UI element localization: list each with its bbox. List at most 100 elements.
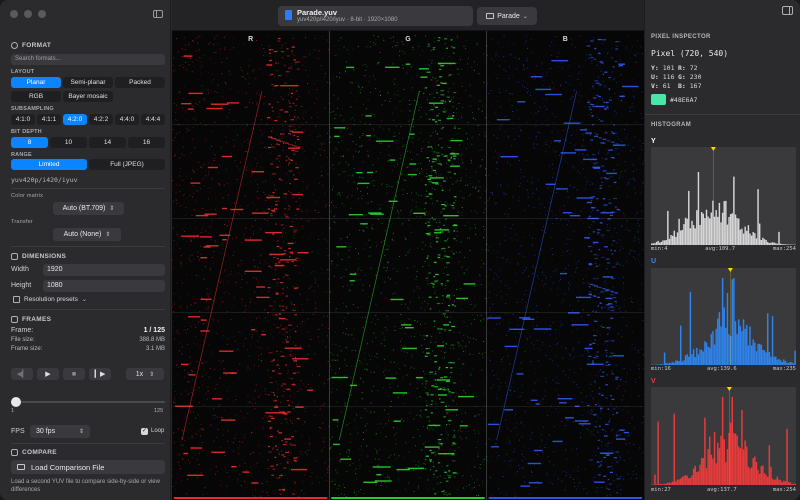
subsampling-422[interactable]: 4:2:2: [89, 114, 113, 125]
scope-dot: [217, 84, 219, 86]
scope-dot: [219, 48, 221, 50]
scope-band: [275, 158, 278, 160]
scope-dot: [174, 399, 176, 401]
scope-dot: [243, 460, 245, 462]
scope-band: [436, 155, 440, 157]
frame-slider-track[interactable]: [11, 401, 165, 403]
range-limited[interactable]: Limited: [11, 159, 87, 170]
scope-dot: [184, 440, 186, 442]
transfer-select[interactable]: Auto (None) ⇕: [53, 228, 121, 241]
scope-dot: [329, 136, 331, 138]
scope-dot: [233, 145, 235, 147]
scope-dot: [363, 365, 365, 367]
stop-button[interactable]: ■: [63, 368, 85, 380]
rgb-parade-scope[interactable]: RGB: [172, 31, 644, 500]
scope-dot: [500, 106, 502, 108]
scope-band: [436, 241, 439, 243]
scope-dot: [331, 480, 333, 482]
scope-streak: [332, 419, 339, 421]
scope-dot: [549, 460, 550, 462]
height-input[interactable]: 1080: [43, 280, 165, 292]
scope-dot: [395, 439, 397, 441]
file-chip[interactable]: Parade.yuv yuv420p/i420/iyuv · 8-bit · 1…: [278, 6, 473, 26]
scope-dot: [184, 325, 185, 327]
sidebar-toggle-icon[interactable]: [153, 10, 163, 18]
scope-dot: [207, 455, 209, 457]
close-window-button[interactable]: [10, 10, 18, 18]
scope-dot: [571, 43, 573, 45]
color-matrix-value: Auto (BT.709): [62, 205, 106, 212]
scope-dot: [620, 476, 622, 478]
layout-option-semi-planar[interactable]: Semi-planar: [63, 77, 113, 88]
scope-dot: [194, 102, 196, 104]
scope-dot: [417, 168, 419, 170]
fps-select[interactable]: 30 fps ⇕: [30, 425, 90, 438]
scope-dot: [470, 475, 472, 477]
range-full[interactable]: Full (JPEG): [89, 159, 165, 170]
scope-band: [452, 443, 457, 445]
scope-dot: [318, 341, 320, 343]
scope-dot: [204, 266, 206, 268]
color-matrix-select[interactable]: Auto (BT.709) ⇕: [53, 202, 124, 215]
scope-dot: [187, 394, 189, 396]
scope-band: [286, 55, 290, 57]
scope-dot: [549, 482, 551, 484]
view-mode-select[interactable]: Parade ⌄: [477, 7, 537, 25]
zoom-window-button[interactable]: [38, 10, 46, 18]
scope-dot: [622, 91, 624, 93]
scope-dot: [206, 110, 208, 112]
scope-dot: [203, 429, 205, 431]
scope-dot: [578, 342, 580, 344]
bitdepth-14[interactable]: 14: [89, 137, 126, 148]
scope-band: [447, 159, 451, 161]
layout-option-packed[interactable]: Packed: [115, 77, 165, 88]
step-forward-button[interactable]: ▎▶: [89, 368, 111, 380]
scope-dot: [468, 484, 470, 486]
play-button[interactable]: ▶: [37, 368, 59, 380]
scope-band: [427, 43, 430, 45]
scope-dot: [237, 481, 238, 482]
bitdepth-10[interactable]: 10: [50, 137, 87, 148]
layout-option-rgb[interactable]: RGB: [11, 91, 61, 102]
scope-streak: [434, 229, 450, 231]
subsampling-444[interactable]: 4:4:4: [141, 114, 165, 125]
minimize-window-button[interactable]: [24, 10, 32, 18]
bitdepth-8[interactable]: 8: [11, 137, 48, 148]
speed-select[interactable]: 1x ⇕: [126, 368, 164, 380]
scope-dot: [327, 173, 329, 175]
format-search-input[interactable]: Search formats...: [11, 54, 165, 65]
scope-dot: [439, 332, 441, 334]
loop-checkbox[interactable]: ✓: [141, 428, 148, 435]
scope-dot: [345, 126, 346, 128]
step-back-button[interactable]: ◀▎: [11, 368, 33, 380]
scope-band: [452, 207, 455, 209]
scope-dot: [448, 237, 449, 239]
width-input[interactable]: 1920: [43, 264, 165, 276]
scope-dot: [249, 293, 251, 295]
scope-dot: [539, 78, 541, 80]
load-comparison-button[interactable]: Load Comparison File: [11, 460, 165, 474]
layout-option-bayer[interactable]: Bayer mosaic: [63, 91, 113, 102]
scope-dot: [372, 164, 374, 166]
scope-dot: [520, 169, 521, 171]
subsampling-440[interactable]: 4:4:0: [115, 114, 139, 125]
scope-dot: [387, 262, 389, 264]
scope-dot: [556, 376, 558, 378]
frame-slider-thumb[interactable]: [11, 397, 21, 407]
scope-dot: [387, 319, 389, 321]
subsampling-411[interactable]: 4:1:1: [37, 114, 61, 125]
scope-dot: [380, 120, 382, 122]
subsampling-410[interactable]: 4:1:0: [11, 114, 35, 125]
scope-dot: [340, 114, 342, 116]
subsampling-420[interactable]: 4:2:0: [63, 114, 87, 125]
scope-band: [276, 464, 278, 466]
scope-streak: [280, 85, 298, 87]
resolution-presets-button[interactable]: Resolution presets ⌄: [13, 296, 87, 303]
layout-option-planar[interactable]: Planar: [11, 77, 61, 88]
scope-dot: [380, 432, 382, 434]
scope-dot: [618, 385, 620, 387]
scope-dot: [354, 114, 356, 116]
scope-dot: [288, 245, 290, 247]
scope-band: [271, 106, 273, 108]
bitdepth-16[interactable]: 16: [128, 137, 165, 148]
